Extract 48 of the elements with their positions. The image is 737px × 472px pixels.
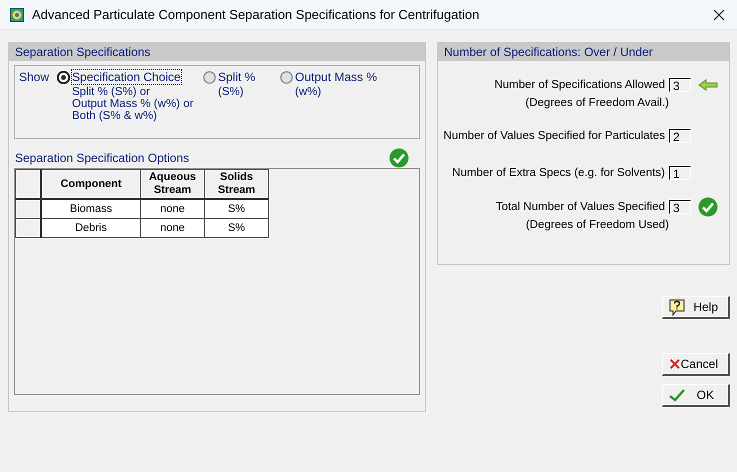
- option-description: Split % (S%) or: [72, 86, 151, 98]
- count-field: 2: [669, 129, 691, 143]
- window-title: Advanced Particulate Component Separation Specifications for Centrifugation: [32, 7, 480, 22]
- count-field: 1: [669, 166, 691, 180]
- count-label: Total Number of Values Specified: [496, 201, 665, 213]
- count-label: Number of Extra Specs (e.g. for Solvents): [452, 167, 665, 179]
- radio-label[interactable]: Split %: [218, 70, 256, 84]
- count-sublabel: (Degrees of Freedom Used): [524, 219, 670, 231]
- check-icon: [389, 148, 409, 168]
- panel-header: Separation Specifications: [9, 43, 425, 61]
- count-label: Number of Specifications Allowed: [494, 79, 665, 91]
- table-cell[interactable]: S%: [204, 218, 268, 238]
- radio-button[interactable]: [203, 70, 216, 84]
- cancel-button[interactable]: Cancel: [662, 353, 730, 376]
- table-cell[interactable]: S%: [204, 199, 268, 218]
- option-description: Both (S% & w%): [72, 110, 158, 122]
- count-field: 3: [669, 78, 691, 92]
- row-header[interactable]: [16, 218, 41, 238]
- option-description: (S%): [218, 86, 245, 98]
- count-label: Number of Values Specified for Particulates: [443, 130, 665, 142]
- radio-label[interactable]: Specification Choice: [72, 70, 181, 84]
- radio-label[interactable]: Output Mass %: [295, 70, 378, 84]
- column-header: Aqueous Stream: [140, 170, 204, 199]
- row-header[interactable]: [16, 199, 41, 218]
- help-icon: [669, 298, 685, 316]
- close-icon[interactable]: [713, 8, 725, 20]
- app-icon: [10, 8, 24, 22]
- panel-header: Number of Specifications: Over / Under: [438, 43, 729, 61]
- count-field: 3: [669, 200, 691, 214]
- options-title: Separation Specification Options: [15, 151, 190, 165]
- table-cell[interactable]: none: [140, 218, 204, 238]
- checkmark-icon: [669, 388, 685, 402]
- help-button[interactable]: Help: [662, 296, 730, 319]
- show-label: Show: [19, 70, 50, 86]
- option-description: Output Mass % (w%) or: [72, 98, 194, 110]
- column-header: Component: [41, 170, 140, 199]
- table-cell[interactable]: Debris: [41, 218, 140, 238]
- radio-button[interactable]: [57, 70, 70, 84]
- radio-button[interactable]: [280, 70, 293, 84]
- ok-button[interactable]: OK: [662, 384, 730, 407]
- table-cell[interactable]: Biomass: [41, 199, 140, 218]
- option-description: (w%): [295, 86, 322, 98]
- table-cell[interactable]: none: [140, 199, 204, 218]
- arrow-icon: [698, 79, 718, 91]
- check-icon: [698, 197, 718, 217]
- count-sublabel: (Degrees of Freedom Avail.): [524, 97, 670, 109]
- column-header: Solids Stream: [204, 170, 268, 199]
- cross-icon: [669, 357, 681, 371]
